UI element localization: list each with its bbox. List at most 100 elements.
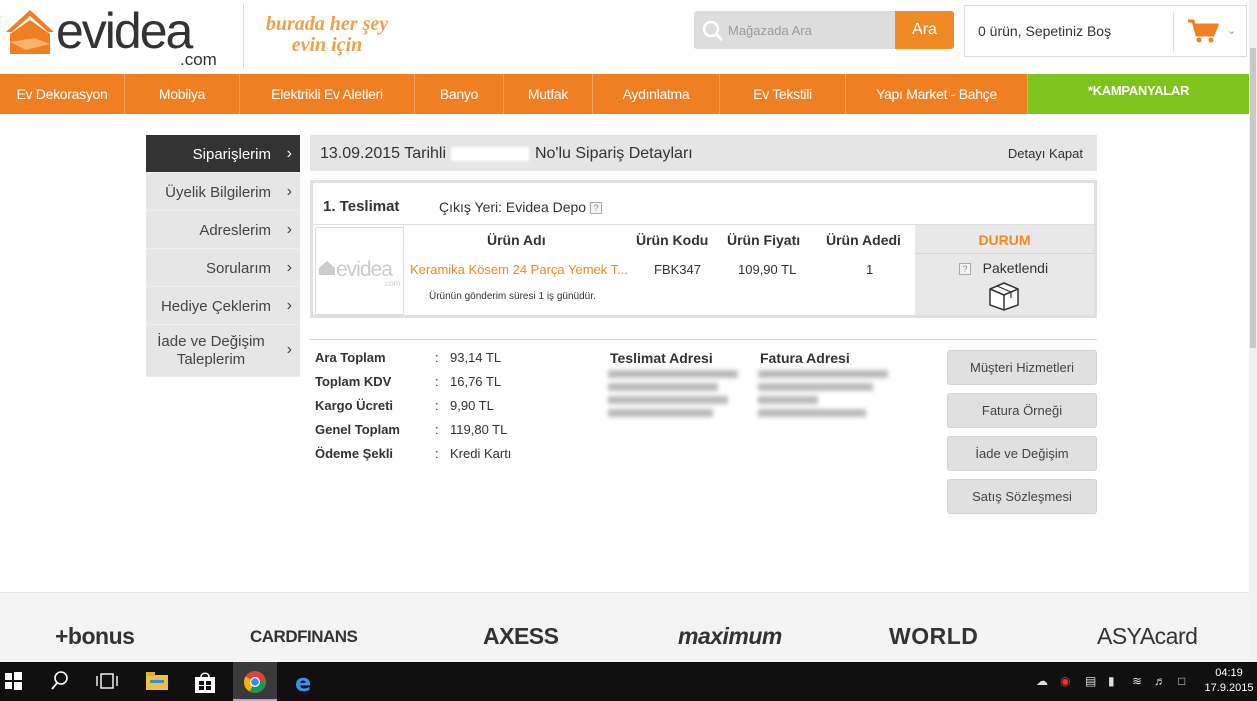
search-input[interactable] — [728, 11, 893, 49]
nav-elektrikli-ev-aletleri[interactable]: Elektrikli Ev Aletleri — [240, 74, 415, 114]
shipping-address-title: Teslimat Adresi — [610, 350, 713, 366]
windows-start-icon[interactable] — [3, 670, 27, 694]
header: evidea .com burada her şey evin için Ara… — [0, 0, 1249, 74]
shipping-time-note: Ürünün gönderim süresi 1 iş günüdür. — [429, 291, 596, 302]
sidebar-item-label: Hediye Çeklerim — [160, 298, 271, 315]
scrollbar-thumb[interactable] — [1250, 48, 1256, 348]
sidebar-item-label: Adreslerim — [199, 222, 271, 239]
sidebar-item-siparislerim[interactable]: Siparişlerim › — [146, 135, 300, 173]
product-quantity: 1 — [866, 262, 874, 277]
invoice-sample-button[interactable]: Fatura Örneği — [947, 393, 1097, 428]
clock-time: 04:19 — [1215, 667, 1243, 679]
billing-address-title: Fatura Adresi — [760, 350, 850, 366]
customer-service-button[interactable]: Müşteri Hizmetleri — [947, 350, 1097, 385]
totals-colon: : — [435, 398, 439, 413]
cart-status: 0 ürün, Sepetiniz Boş — [978, 23, 1112, 39]
totals-value: 9,90 TL — [450, 398, 494, 413]
column-header-product-name: Ürün Adı — [487, 232, 546, 248]
chevron-right-icon: › — [286, 259, 292, 276]
sidebar-item-adreslerim[interactable]: Adreslerim › — [146, 211, 300, 249]
totals-label: Ödeme Şekli — [315, 446, 394, 461]
file-explorer-icon[interactable] — [145, 670, 169, 694]
chevron-right-icon: › — [286, 183, 292, 200]
product-price: 109,90 TL — [738, 262, 797, 277]
edge-icon[interactable]: e — [293, 670, 317, 694]
chevron-down-icon[interactable]: ⌄ — [1227, 24, 1236, 37]
chrome-icon[interactable] — [243, 670, 267, 694]
store-icon[interactable] — [193, 670, 217, 694]
delivery-origin-text: Çıkış Yeri: Evidea Depo — [439, 199, 587, 215]
nav-aydinlatma[interactable]: Aydınlatma — [593, 74, 720, 114]
taskbar-clock[interactable]: 04:19 17.9.2015 — [1200, 666, 1257, 696]
search-icon[interactable] — [50, 670, 74, 694]
evidea-logo[interactable]: evidea .com — [4, 3, 236, 70]
product-name-link[interactable]: Keramika Kösem 24 Parça Yemek T... — [410, 262, 628, 277]
help-icon[interactable]: ? — [959, 263, 971, 276]
payment-brands-footer: +bonus CARDFINANS AXESS maximum WORLD AS… — [0, 592, 1249, 663]
totals-value: 16,76 TL — [450, 374, 502, 389]
sidebar-item-uyelik-bilgilerim[interactable]: Üyelik Bilgilerim › — [146, 173, 300, 211]
delivery-panel: 1. Teslimat Çıkış Yeri: Evidea Depo ? ev… — [310, 180, 1097, 318]
totals-value: Kredi Kartı — [450, 446, 512, 461]
nav-ev-dekorasyon[interactable]: Ev Dekorasyon — [0, 74, 125, 114]
product-image[interactable]: evidea .com — [315, 227, 404, 315]
nav-mutfak[interactable]: Mutfak — [504, 74, 593, 114]
package-box-icon — [989, 282, 1019, 311]
nav-banyo[interactable]: Banyo — [415, 74, 504, 114]
totals-colon: : — [435, 446, 439, 461]
cart-divider — [1173, 12, 1174, 52]
order-actions: Müşteri Hizmetleri Fatura Örneği İade ve… — [947, 350, 1097, 522]
order-title-suffix: No'lu Sipariş Detayları — [534, 145, 693, 162]
totals-label: Toplam KDV — [315, 374, 392, 389]
chevron-right-icon: › — [286, 297, 292, 314]
sidebar-item-hediye-ceklerim[interactable]: Hediye Çeklerim › — [146, 287, 300, 325]
chevron-right-icon: › — [286, 145, 292, 162]
battery-icon[interactable]: ▮ — [1108, 674, 1124, 689]
nav-mobilya[interactable]: Mobilya — [125, 74, 240, 114]
slogan-line-1: burada her şey — [265, 13, 389, 35]
help-icon[interactable]: ? — [589, 202, 602, 215]
windows-taskbar: e ☁ ◉ ▤ ▮ ≋ ♬ □ 04:19 17.9.2015 — [0, 662, 1257, 701]
brand-asyacard: ASYAcard — [1097, 623, 1198, 649]
slogan-line-2: evin için — [291, 34, 363, 56]
app-tray-icon[interactable]: ◉ — [1060, 674, 1076, 689]
account-sidebar: Siparişlerim › Üyelik Bilgilerim › Adres… — [146, 135, 300, 377]
redacted-order-number — [451, 146, 530, 161]
close-details-link[interactable]: Detayı Kapat — [1008, 146, 1083, 161]
sidebar-item-sorularim[interactable]: Sorularım › — [146, 249, 300, 287]
totals-label: Genel Toplam — [315, 422, 400, 437]
sales-contract-button[interactable]: Satış Sözleşmesi — [947, 479, 1097, 514]
svg-text:e: e — [295, 670, 311, 694]
product-image-domain: .com — [383, 279, 401, 288]
column-header-quantity: Ürün Adedi — [826, 232, 901, 248]
nav-kampanyalar[interactable]: *KAMPANYALAR — [1028, 74, 1249, 114]
cart-widget[interactable]: 0 ürün, Sepetiniz Boş ⌄ — [964, 5, 1247, 57]
return-exchange-button[interactable]: İade ve Değişim — [947, 436, 1097, 471]
status-column: DURUM ? Paketlendi — [915, 225, 1094, 315]
volume-icon[interactable]: ♬ — [1154, 674, 1170, 689]
brand-world: WORLD — [889, 623, 979, 649]
nav-yapi-market-bahce[interactable]: Yapı Market - Bahçe — [846, 74, 1028, 114]
nav-ev-tekstili[interactable]: Ev Tekstili — [720, 74, 846, 114]
network-device-icon[interactable]: ▤ — [1085, 674, 1101, 689]
delivery-title: 1. Teslimat — [323, 198, 400, 215]
header-divider — [243, 4, 244, 68]
logo-wordmark: evidea — [56, 3, 193, 59]
task-view-icon[interactable] — [95, 670, 119, 694]
onedrive-icon[interactable]: ☁ — [1036, 674, 1052, 689]
wifi-icon[interactable]: ≋ — [1132, 674, 1148, 689]
slogan: burada her şey evin için — [252, 14, 402, 56]
shopping-cart-icon — [1188, 19, 1219, 43]
logo-domain: .com — [180, 50, 217, 69]
clock-date: 17.9.2015 — [1204, 682, 1254, 694]
column-header-product-code: Ürün Kodu — [636, 232, 709, 248]
brand-bonus: +bonus — [55, 623, 135, 649]
action-center-icon[interactable]: □ — [1178, 674, 1194, 689]
brand-maximum: maximum — [678, 623, 782, 649]
search-button[interactable]: Ara — [895, 11, 954, 49]
search-box — [694, 11, 896, 49]
page: evidea .com burada her şey evin için Ara… — [0, 0, 1257, 701]
brand-axess: AXESS — [483, 623, 559, 649]
status-cell: ? Paketlendi — [959, 260, 1048, 276]
sidebar-item-iade-degisim[interactable]: İade ve Değişim Taleplerim › — [146, 325, 300, 377]
